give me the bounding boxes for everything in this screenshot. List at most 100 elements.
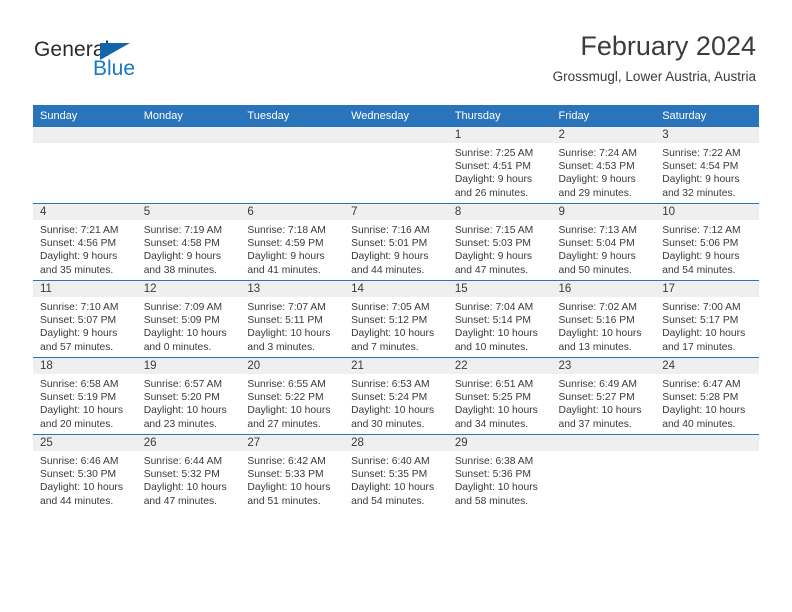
day-detail-line: and 17 minutes. (662, 341, 736, 353)
calendar-day-cell[interactable]: 4 Sunrise: 7:21 AM Sunset: 4:56 PM Daylight… (33, 203, 137, 281)
calendar-day-cell[interactable]: 28 Sunrise: 6:40 AM Sunset: 5:35 PM Dayligh… (344, 434, 448, 511)
day-cell-content: 16 Sunrise: 7:02 AM Sunset: 5:16 PM Dayligh… (551, 281, 656, 357)
day-number: 23 (551, 358, 656, 374)
day-detail-line: Daylight: 10 hours (351, 405, 435, 417)
day-detail-line: Sunrise: 7:22 AM (662, 148, 741, 159)
day-detail-line: Sunrise: 7:25 AM (454, 148, 534, 159)
day-number: 2 (551, 127, 656, 143)
calendar-day-cell[interactable]: 26 Sunrise: 6:44 AM Sunset: 5:32 PM Dayligh… (136, 434, 241, 511)
day-details: Sunrise: 6:44 AM Sunset: 5:32 PM Daylight:… (137, 451, 241, 508)
day-detail-line: Daylight: 10 hours (558, 405, 642, 417)
calendar-day-cell[interactable]: 21 Sunrise: 6:53 AM Sunset: 5:24 PM Dayligh… (344, 357, 448, 435)
day-details: Sunrise: 7:10 AM Sunset: 5:07 PM Daylight:… (33, 297, 137, 354)
day-detail-line: Sunset: 5:03 PM (454, 238, 531, 250)
calendar-empty-cell (33, 127, 137, 204)
day-number (240, 127, 345, 143)
day-detail-line: Sunset: 5:32 PM (143, 469, 220, 481)
calendar-day-cell[interactable]: 20 Sunrise: 6:55 AM Sunset: 5:22 PM Dayligh… (240, 357, 345, 435)
day-detail-line: Sunrise: 6:53 AM (351, 379, 430, 390)
calendar-day-cell[interactable]: 18 Sunrise: 6:58 AM Sunset: 5:19 PM Dayligh… (33, 357, 137, 435)
day-cell-content: 21 Sunrise: 6:53 AM Sunset: 5:24 PM Dayligh… (344, 358, 448, 434)
day-detail-line: Daylight: 9 hours (454, 251, 533, 263)
day-detail-line: Sunset: 5:01 PM (351, 238, 428, 250)
calendar-day-cell[interactable]: 19 Sunrise: 6:57 AM Sunset: 5:20 PM Dayligh… (136, 357, 241, 435)
calendar-day-cell[interactable]: 15 Sunrise: 7:04 AM Sunset: 5:14 PM Dayligh… (447, 280, 552, 358)
calendar-day-cell[interactable]: 29 Sunrise: 6:38 AM Sunset: 5:36 PM Dayligh… (447, 434, 552, 511)
day-cell-content: 26 Sunrise: 6:44 AM Sunset: 5:32 PM Dayligh… (136, 435, 241, 511)
day-detail-line: Sunset: 5:27 PM (558, 392, 635, 404)
calendar-day-cell[interactable]: 27 Sunrise: 6:42 AM Sunset: 5:33 PM Dayligh… (240, 434, 345, 511)
page-title: February 2024 (580, 31, 756, 61)
calendar-week-row: 11 Sunrise: 7:10 AM Sunset: 5:07 PM Dayligh… (33, 280, 759, 358)
calendar-day-cell[interactable]: 24 Sunrise: 6:47 AM Sunset: 5:28 PM Dayligh… (655, 357, 759, 435)
day-number: 3 (655, 127, 759, 143)
day-detail-line: Sunset: 5:30 PM (40, 469, 117, 481)
day-details: Sunrise: 7:09 AM Sunset: 5:09 PM Daylight:… (137, 297, 241, 354)
day-number: 21 (344, 358, 448, 374)
day-number: 20 (240, 358, 345, 374)
calendar-day-cell[interactable]: 9 Sunrise: 7:13 AM Sunset: 5:04 PM Daylight… (551, 203, 656, 281)
day-number: 5 (136, 204, 241, 220)
calendar-day-cell[interactable]: 25 Sunrise: 6:46 AM Sunset: 5:30 PM Dayligh… (33, 434, 137, 511)
day-details: Sunrise: 6:40 AM Sunset: 5:35 PM Daylight:… (344, 451, 448, 508)
day-detail-line: Sunset: 4:56 PM (40, 238, 117, 250)
calendar-day-cell[interactable]: 3 Sunrise: 7:22 AM Sunset: 4:54 PM Daylight… (655, 127, 759, 204)
calendar-day-cell[interactable]: 17 Sunrise: 7:00 AM Sunset: 5:17 PM Dayligh… (655, 280, 759, 358)
calendar-day-cell[interactable]: 6 Sunrise: 7:18 AM Sunset: 4:59 PM Daylight… (240, 203, 345, 281)
day-detail-line: and 26 minutes. (454, 187, 529, 199)
day-detail-line: Daylight: 9 hours (558, 174, 636, 186)
day-details: Sunrise: 6:58 AM Sunset: 5:19 PM Daylight:… (33, 374, 137, 431)
calendar-day-cell[interactable]: 22 Sunrise: 6:51 AM Sunset: 5:25 PM Dayligh… (447, 357, 552, 435)
calendar-day-cell[interactable]: 11 Sunrise: 7:10 AM Sunset: 5:07 PM Dayligh… (33, 280, 137, 358)
day-detail-line: Sunrise: 6:40 AM (351, 456, 430, 467)
day-detail-line: Daylight: 9 hours (40, 328, 118, 340)
day-detail-line: and 47 minutes. (454, 264, 529, 276)
day-detail-line: Daylight: 10 hours (40, 482, 123, 494)
day-detail-line: Daylight: 10 hours (454, 482, 538, 494)
calendar-day-cell[interactable]: 8 Sunrise: 7:15 AM Sunset: 5:03 PM Daylight… (447, 203, 552, 281)
day-detail-line: and 54 minutes. (351, 495, 425, 507)
day-cell-content: 20 Sunrise: 6:55 AM Sunset: 5:22 PM Dayligh… (240, 358, 345, 434)
calendar-week-row: 25 Sunrise: 6:46 AM Sunset: 5:30 PM Dayligh… (33, 434, 759, 511)
day-number: 7 (344, 204, 448, 220)
calendar-day-cell[interactable]: 1 Sunrise: 7:25 AM Sunset: 4:51 PM Daylight… (447, 127, 552, 204)
day-number: 29 (447, 435, 552, 451)
calendar-day-cell[interactable]: 7 Sunrise: 7:16 AM Sunset: 5:01 PM Daylight… (344, 203, 448, 281)
calendar-day-cell[interactable]: 13 Sunrise: 7:07 AM Sunset: 5:11 PM Dayligh… (240, 280, 345, 358)
day-cell-content: 15 Sunrise: 7:04 AM Sunset: 5:14 PM Dayligh… (447, 281, 552, 357)
day-detail-line: and 40 minutes. (662, 418, 736, 430)
day-detail-line: Sunrise: 7:16 AM (351, 225, 430, 236)
day-details: Sunrise: 6:51 AM Sunset: 5:25 PM Daylight:… (448, 374, 552, 431)
day-detail-line: and 3 minutes. (247, 341, 315, 353)
day-detail-line: Sunrise: 7:21 AM (40, 225, 119, 236)
calendar-empty-cell (240, 127, 345, 204)
day-detail-line: Sunrise: 6:57 AM (143, 379, 223, 390)
calendar-day-cell[interactable]: 10 Sunrise: 7:12 AM Sunset: 5:06 PM Dayligh… (655, 203, 759, 281)
brand-logo[interactable]: General Blue (34, 38, 184, 86)
day-details: Sunrise: 7:05 AM Sunset: 5:12 PM Daylight:… (344, 297, 448, 354)
day-detail-line: Sunrise: 6:51 AM (454, 379, 534, 390)
day-detail-line: Sunset: 4:54 PM (662, 161, 739, 173)
calendar-day-cell[interactable]: 14 Sunrise: 7:05 AM Sunset: 5:12 PM Dayligh… (344, 280, 448, 358)
day-detail-line: Daylight: 10 hours (351, 328, 435, 340)
calendar-day-cell[interactable]: 23 Sunrise: 6:49 AM Sunset: 5:27 PM Dayligh… (551, 357, 656, 435)
day-details: Sunrise: 6:49 AM Sunset: 5:27 PM Daylight:… (552, 374, 656, 431)
day-cell-content: 2 Sunrise: 7:24 AM Sunset: 4:53 PM Daylight… (551, 127, 656, 203)
day-details (33, 143, 137, 147)
day-detail-line: Sunrise: 7:18 AM (247, 225, 326, 236)
calendar-day-cell[interactable]: 16 Sunrise: 7:02 AM Sunset: 5:16 PM Dayligh… (551, 280, 656, 358)
day-detail-line: and 47 minutes. (143, 495, 217, 507)
calendar-day-cell[interactable]: 2 Sunrise: 7:24 AM Sunset: 4:53 PM Daylight… (551, 127, 656, 204)
calendar-body: 1 Sunrise: 7:25 AM Sunset: 4:51 PM Daylight… (33, 127, 759, 511)
weekday-header-wednesday: Wednesday (344, 105, 448, 127)
calendar-day-cell[interactable]: 12 Sunrise: 7:09 AM Sunset: 5:09 PM Dayligh… (136, 280, 241, 358)
day-detail-line: and 51 minutes. (247, 495, 321, 507)
day-details: Sunrise: 7:07 AM Sunset: 5:11 PM Daylight:… (240, 297, 344, 354)
day-details: Sunrise: 6:55 AM Sunset: 5:22 PM Daylight:… (240, 374, 344, 431)
day-details (137, 143, 241, 147)
day-detail-line: Sunset: 5:14 PM (454, 315, 531, 327)
calendar-day-cell[interactable]: 5 Sunrise: 7:19 AM Sunset: 4:58 PM Daylight… (136, 203, 241, 281)
day-detail-line: Daylight: 10 hours (454, 405, 538, 417)
day-detail-line: Sunset: 5:11 PM (247, 315, 323, 327)
day-detail-line: Sunset: 4:53 PM (558, 161, 635, 173)
